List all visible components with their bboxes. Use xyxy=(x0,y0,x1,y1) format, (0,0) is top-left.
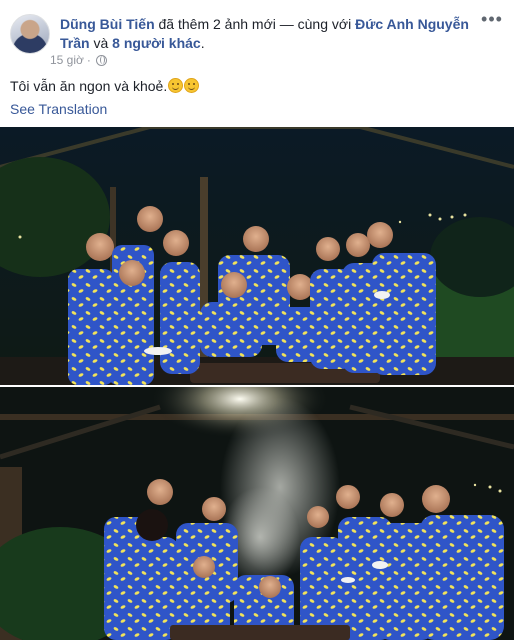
globe-icon[interactable] xyxy=(95,54,107,66)
meta-separator: · xyxy=(86,53,91,67)
post-timestamp[interactable]: 15 giờ xyxy=(50,53,84,67)
post-meta: 15 giờ · xyxy=(50,53,107,67)
and-text: và xyxy=(93,35,109,51)
see-translation-link[interactable]: See Translation xyxy=(10,101,107,117)
post-caption: Tôi vẫn ăn ngon và khoẻ. xyxy=(10,77,200,95)
smile-emoji-icon xyxy=(184,78,200,93)
more-options-icon[interactable]: ••• xyxy=(480,10,504,30)
group-photo-grill[interactable] xyxy=(0,387,514,640)
smile-emoji-icon xyxy=(168,78,184,93)
caption-text: Tôi vẫn ăn ngon và khoẻ. xyxy=(10,78,168,94)
post-header-text: Dũng Bùi Tiến đã thêm 2 ảnh mới — cùng v… xyxy=(60,15,480,53)
period-text: . xyxy=(200,35,205,51)
others-link[interactable]: 8 người khác xyxy=(112,35,201,51)
author-name-link[interactable]: Dũng Bùi Tiến xyxy=(60,16,155,32)
post-action-text: đã thêm 2 ảnh mới — cùng với xyxy=(158,16,352,32)
author-avatar[interactable] xyxy=(10,14,50,54)
group-photo-night[interactable] xyxy=(0,127,514,385)
